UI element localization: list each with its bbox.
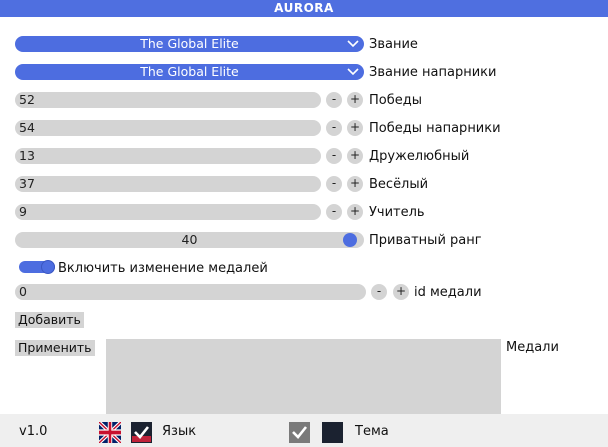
rank-select-value: The Global Elite (140, 36, 239, 51)
apply-button[interactable]: Применить (15, 340, 95, 356)
funny-increment-button[interactable]: + (347, 176, 363, 192)
wins-input[interactable]: 52 (15, 92, 321, 108)
teammate-wins-decrement-button[interactable]: - (326, 120, 342, 136)
language-label: Язык (162, 424, 197, 439)
rank-label: Звание (369, 37, 418, 52)
teammate-rank-select-value: The Global Elite (140, 64, 239, 79)
medal-id-increment-button[interactable]: + (393, 284, 409, 300)
window-title: AURORA (0, 0, 608, 17)
version-text: v1.0 (19, 424, 48, 439)
toggle-knob (41, 260, 55, 274)
friendly-decrement-button[interactable]: - (326, 148, 342, 164)
rank-select[interactable]: The Global Elite (15, 36, 364, 52)
medal-id-label: id медали (414, 285, 482, 300)
teacher-label: Учитель (369, 205, 425, 220)
chevron-down-icon (347, 40, 359, 48)
friendly-label: Дружелюбный (369, 149, 470, 164)
teammate-rank-select[interactable]: The Global Elite (15, 64, 364, 80)
private-rank-label: Приватный ранг (369, 233, 482, 248)
friendly-input[interactable]: 13 (15, 148, 321, 164)
teammate-rank-label: Звание напарники (369, 65, 497, 80)
medals-label: Медали (506, 340, 559, 355)
medal-id-input[interactable]: 0 (15, 284, 366, 300)
medals-list[interactable] (106, 339, 501, 414)
wins-decrement-button[interactable]: - (326, 92, 342, 108)
uk-flag-icon[interactable] (99, 422, 121, 443)
language-checkbox[interactable] (131, 422, 152, 443)
teammate-wins-input[interactable]: 54 (15, 120, 321, 136)
funny-label: Весёлый (369, 177, 429, 192)
slider-thumb[interactable] (343, 233, 357, 247)
theme-label: Тема (355, 424, 389, 439)
funny-input[interactable]: 37 (15, 176, 321, 192)
teammate-wins-label: Победы напарники (369, 121, 501, 136)
teacher-input[interactable]: 9 (15, 204, 321, 220)
teammate-wins-increment-button[interactable]: + (347, 120, 363, 136)
private-rank-value: 40 (181, 232, 198, 247)
wins-increment-button[interactable]: + (347, 92, 363, 108)
medal-id-decrement-button[interactable]: - (371, 284, 387, 300)
private-rank-slider[interactable]: 40 (15, 232, 364, 248)
theme-color-swatch[interactable] (322, 422, 343, 443)
teacher-increment-button[interactable]: + (347, 204, 363, 220)
wins-label: Победы (369, 93, 422, 108)
medal-change-label: Включить изменение медалей (58, 261, 268, 276)
medal-change-toggle[interactable] (19, 260, 55, 274)
teacher-decrement-button[interactable]: - (326, 204, 342, 220)
friendly-increment-button[interactable]: + (347, 148, 363, 164)
chevron-down-icon (347, 68, 359, 76)
theme-checkbox[interactable] (289, 422, 310, 443)
funny-decrement-button[interactable]: - (326, 176, 342, 192)
add-button[interactable]: Добавить (15, 312, 84, 328)
